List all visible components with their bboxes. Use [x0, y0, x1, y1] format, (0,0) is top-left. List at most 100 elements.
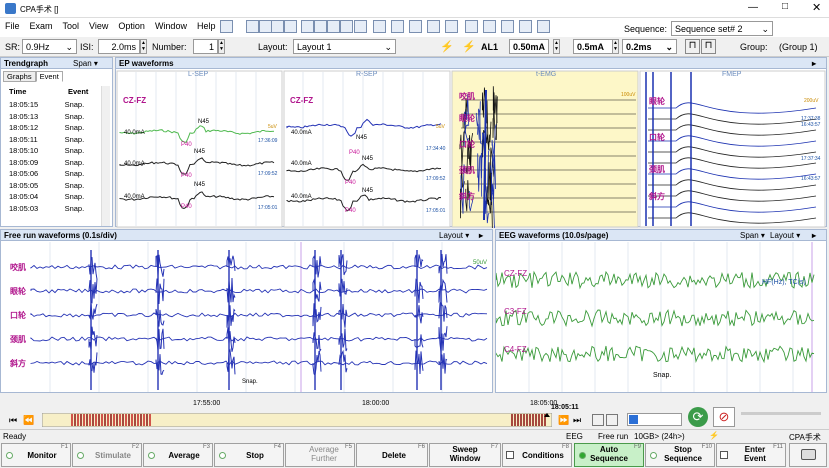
menu-window[interactable]: Window: [150, 18, 192, 31]
wave-icon[interactable]: [373, 20, 386, 33]
fkey-monitor[interactable]: F1 Monitor: [1, 443, 71, 467]
grid-icon[interactable]: [314, 20, 327, 33]
trend-row[interactable]: 18:05:06 Snap.: [3, 168, 99, 180]
tab-event[interactable]: Event: [35, 71, 63, 82]
trend-row[interactable]: 18:05:05 Snap.: [3, 180, 99, 192]
emg-label-1: 咬肌: [459, 92, 475, 101]
trend-row[interactable]: 18:05:11 Snap.: [3, 134, 99, 146]
rsep-p-1: P40: [349, 150, 360, 156]
group-value[interactable]: (Group 1): [779, 42, 818, 52]
fkey-conditions[interactable]: F8 Conditions: [502, 443, 572, 467]
camera-button[interactable]: [789, 443, 827, 467]
free-run-close-icon[interactable]: ▸: [479, 231, 483, 240]
minimize-button[interactable]: —: [748, 2, 758, 13]
fmep-time-2: 16:43:57: [801, 122, 821, 128]
export-icon[interactable]: [271, 20, 284, 33]
app-icon: [5, 3, 16, 14]
trend-row[interactable]: 18:05:13 Snap.: [3, 111, 99, 123]
menu-exam[interactable]: Exam: [25, 18, 58, 31]
zoom-in-icon[interactable]: [606, 414, 618, 426]
network-icon[interactable]: [483, 20, 496, 33]
current2-input[interactable]: 0.5mA: [573, 39, 613, 54]
stim-icon[interactable]: ⚡: [440, 40, 454, 53]
trend-row[interactable]: 18:05:04 Snap.: [3, 191, 99, 203]
eeg-layout-button[interactable]: Layout ▾: [770, 231, 800, 240]
refresh-icon[interactable]: ⟳: [688, 407, 708, 427]
free-run-header: Free run waveforms (0.1s/div) Layout ▾ ▸: [1, 230, 492, 241]
main-toolbar: [215, 19, 615, 37]
trend-row[interactable]: 18:05:12 Snap.: [3, 122, 99, 134]
sr-select[interactable]: 0.9Hz ⌄: [22, 39, 77, 54]
trend-row[interactable]: 18:05:09 Snap.: [3, 157, 99, 169]
pulse-icon[interactable]: ⊓: [685, 39, 700, 54]
fkey-stop[interactable]: F4 Stop: [214, 443, 284, 467]
trend-span-button[interactable]: Span ▾: [73, 59, 98, 68]
bars-icon[interactable]: [409, 20, 422, 33]
fkey-enter-event[interactable]: F11 Enter Event: [716, 443, 786, 467]
gear-icon[interactable]: [465, 20, 478, 33]
number-spinner[interactable]: ▲ ▼: [218, 39, 225, 54]
page2-icon[interactable]: [445, 20, 458, 33]
tab-graphs[interactable]: Graphs: [3, 71, 36, 82]
fkey-sweep-window[interactable]: F7 Sweep Window: [429, 443, 501, 467]
close-button[interactable]: ✕: [812, 1, 821, 14]
trend-row[interactable]: 18:05:15 Snap.: [3, 99, 99, 111]
fkey-delete[interactable]: F6 Delete: [356, 443, 428, 467]
isi-spinner[interactable]: ▲ ▼: [140, 39, 147, 54]
layout-select[interactable]: Layout 1 ⌄: [293, 39, 396, 54]
menu-file[interactable]: File: [0, 18, 25, 31]
eeg-close-icon[interactable]: ▸: [812, 231, 816, 240]
list-icon[interactable]: [301, 20, 314, 33]
print-icon[interactable]: [220, 20, 233, 33]
menu-option[interactable]: Option: [113, 18, 150, 31]
current1-input[interactable]: 0.50mA: [509, 39, 549, 54]
fkey-stimulate[interactable]: F2 Stimulate: [72, 443, 142, 467]
fkey-average[interactable]: F3 Average: [143, 443, 213, 467]
trend-row[interactable]: 18:05:03 Snap.: [3, 203, 99, 215]
trend-row[interactable]: 18:05:10 Snap.: [3, 145, 99, 157]
free-run-layout-button[interactable]: Layout ▾: [439, 231, 469, 240]
fkey-average-further[interactable]: F5 Average Further: [285, 443, 355, 467]
layout-icon[interactable]: [519, 20, 532, 33]
camera-icon[interactable]: [537, 20, 550, 33]
timeline-track[interactable]: [42, 413, 552, 427]
forward-button[interactable]: ⏩: [558, 415, 569, 426]
sequence-select[interactable]: Sequence set# 2 ⌄: [671, 21, 773, 36]
ep-close-icon[interactable]: ▸: [812, 59, 816, 68]
rewind-button[interactable]: ⏪: [23, 415, 34, 426]
fkey-auto-sequence[interactable]: F9 Auto Sequence: [574, 443, 644, 467]
current1-spinner[interactable]: ▲ ▼: [553, 39, 560, 54]
freerun-burst: [438, 254, 448, 274]
lsep-ma-1: 40.0mA: [124, 130, 145, 136]
fkey-stop-sequence[interactable]: F10 Stop Sequence: [645, 443, 715, 467]
ep-subpanel: [639, 70, 826, 228]
report-icon[interactable]: [284, 20, 297, 33]
eeg-span-button[interactable]: Span ▾: [740, 231, 765, 240]
menu-tool[interactable]: Tool: [58, 18, 85, 31]
current2-spinner[interactable]: ▲ ▼: [612, 39, 619, 54]
volume-slider[interactable]: [741, 412, 821, 415]
mute-icon[interactable]: ⊘: [713, 407, 735, 427]
isi-input[interactable]: 2.0ms: [98, 39, 140, 54]
trend-icon[interactable]: [391, 20, 404, 33]
stim-icon[interactable]: ⚡: [462, 40, 476, 53]
maximize-button[interactable]: □: [782, 1, 788, 12]
menu-view[interactable]: View: [84, 18, 113, 31]
page-icon[interactable]: [427, 20, 440, 33]
note-icon[interactable]: [327, 20, 340, 33]
trend-scrollbar[interactable]: [101, 86, 110, 226]
ruler-icon[interactable]: [340, 20, 353, 33]
duration-select[interactable]: 0.2ms ⌄: [622, 39, 677, 54]
forward-end-button[interactable]: ⏭: [573, 415, 581, 426]
fmep-time-4: 16:43:57: [801, 176, 821, 182]
double-pulse-icon[interactable]: ⊓: [701, 39, 716, 54]
zoom-out-icon[interactable]: [592, 414, 604, 426]
rewind-start-button[interactable]: ⏮: [9, 415, 17, 426]
rsep-time-1: 17:34:40: [426, 146, 446, 152]
number-input[interactable]: 1: [193, 39, 218, 54]
chart-icon[interactable]: [354, 20, 367, 33]
monitor-icon[interactable]: [501, 20, 514, 33]
preview-icon[interactable]: [246, 20, 259, 33]
speed-select[interactable]: [627, 413, 682, 426]
led-icon: [579, 452, 586, 459]
